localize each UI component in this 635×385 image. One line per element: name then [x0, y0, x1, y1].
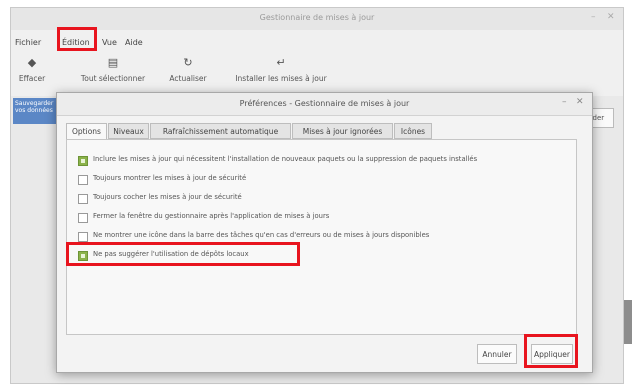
list-item-line2: vos données	[15, 107, 53, 114]
install-label: Installer les mises à jour	[235, 74, 327, 83]
clear-icon: ◆	[27, 56, 37, 69]
menu-aide[interactable]: Aide	[125, 38, 143, 47]
refresh-label: Actualiser	[169, 74, 207, 83]
option-label: Fermer la fenêtre du gestionnaire après …	[93, 212, 330, 220]
options-panel: Inclure les mises à jour qui nécessitent…	[66, 139, 577, 335]
option-label: Toujours montrer les mises à jour de séc…	[93, 174, 247, 182]
select-all-icon: ▤	[107, 56, 119, 69]
option-label: Ne montrer une icône dans la barre des t…	[93, 231, 430, 239]
select-all-button[interactable]: ▤ Tout sélectionner	[75, 56, 151, 83]
highlight-apply-button	[524, 334, 578, 368]
tab-niveaux[interactable]: Niveaux	[108, 123, 149, 139]
install-icon: ↵	[276, 56, 286, 69]
preferences-dialog: Préférences - Gestionnaire de mises à jo…	[56, 92, 593, 373]
list-item-line1: Sauvegarder	[15, 100, 54, 107]
highlight-edition-menu	[57, 27, 97, 51]
toolbar: ◆ Effacer ▤ Tout sélectionner ↻ Actualis…	[11, 54, 623, 97]
dialog-title: Préférences - Gestionnaire de mises à jo…	[239, 99, 410, 108]
checkbox[interactable]	[78, 156, 88, 166]
menu-fichier[interactable]: Fichier	[15, 38, 41, 47]
checkbox[interactable]	[78, 232, 88, 242]
clear-button[interactable]: ◆ Effacer	[15, 56, 49, 83]
refresh-icon: ↻	[183, 56, 193, 69]
option-label: Inclure les mises à jour qui nécessitent…	[93, 155, 478, 163]
tab-mises-a-jour-ignorees[interactable]: Mises à jour ignorées	[292, 123, 393, 139]
checkbox[interactable]	[78, 175, 88, 185]
refresh-button[interactable]: ↻ Actualiser	[168, 56, 208, 83]
highlight-local-repos-option	[66, 242, 300, 266]
tab-rafraichissement[interactable]: Rafraîchissement automatique	[150, 123, 291, 139]
install-updates-button[interactable]: ↵ Installer les mises à jour	[226, 56, 336, 83]
select-all-label: Tout sélectionner	[80, 74, 146, 83]
dialog-titlebar: Préférences - Gestionnaire de mises à jo…	[57, 93, 592, 116]
main-titlebar: Gestionnaire de mises à jour – ✕	[11, 8, 623, 31]
dialog-close-icon[interactable]: ✕	[576, 97, 584, 107]
tab-icones[interactable]: Icônes	[394, 123, 432, 139]
dialog-minimize-icon[interactable]: –	[562, 97, 567, 107]
scrollbar[interactable]	[624, 300, 632, 344]
option-label: Toujours cocher les mises à jour de sécu…	[93, 193, 242, 201]
checkbox[interactable]	[78, 194, 88, 204]
tab-options[interactable]: Options	[66, 123, 107, 140]
main-window-title: Gestionnaire de mises à jour	[259, 13, 375, 22]
cancel-button[interactable]: Annuler	[477, 344, 517, 364]
menu-bar: Fichier Édition Vue Aide	[11, 30, 623, 54]
checkbox[interactable]	[78, 213, 88, 223]
clear-label: Effacer	[18, 74, 46, 83]
menu-vue[interactable]: Vue	[102, 38, 117, 47]
close-icon[interactable]: ✕	[607, 12, 615, 22]
minimize-icon[interactable]: –	[591, 12, 596, 22]
